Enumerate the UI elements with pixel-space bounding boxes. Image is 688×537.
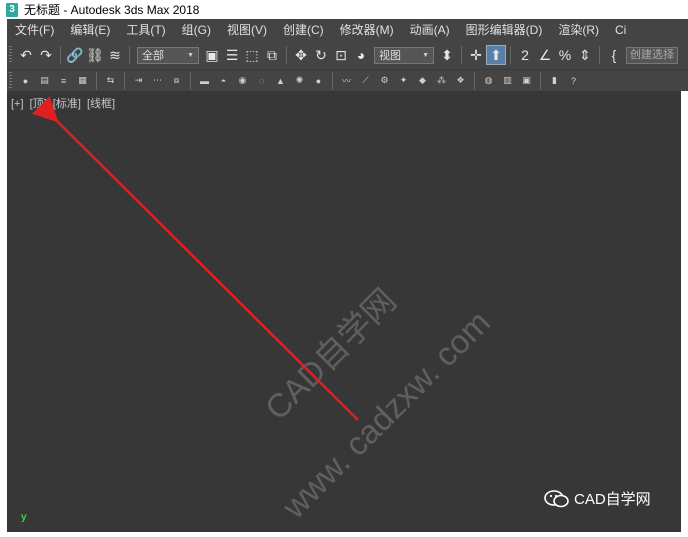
bind-space-warp-icon[interactable]: ≋ bbox=[105, 45, 125, 65]
spacing-tool-icon[interactable]: ⋯ bbox=[148, 72, 167, 90]
toolbar-separator bbox=[461, 46, 462, 64]
main-toolbar: ↶ ↷ 🔗 ⛓ ≋ 全部 ▼ ▣ ☰ ⬚ ⧉ ✥ ↻ ⊡ ◕ 视图 ▼ ⬍ ✛ … bbox=[7, 42, 688, 68]
rendered-frame-window-icon[interactable]: ▣ bbox=[517, 72, 536, 90]
toolbar-separator bbox=[190, 71, 191, 90]
window-crossing-icon[interactable]: ⧉ bbox=[262, 45, 282, 65]
percent-snap-icon[interactable]: % bbox=[555, 45, 575, 65]
render-production-icon[interactable]: ▮ bbox=[545, 72, 564, 90]
rotate-icon[interactable]: ↻ bbox=[311, 45, 331, 65]
move-icon[interactable]: ✥ bbox=[291, 45, 311, 65]
box-icon[interactable]: ▬ bbox=[195, 72, 214, 90]
menu-views[interactable]: 视图(V) bbox=[219, 20, 275, 41]
light-icon[interactable]: ✺ bbox=[290, 72, 309, 90]
layer-properties-icon[interactable]: ▦ bbox=[73, 72, 92, 90]
particles-icon[interactable]: ⁂ bbox=[432, 72, 451, 90]
edit-named-selection-icon[interactable]: { bbox=[604, 45, 624, 65]
arrow-line bbox=[32, 96, 359, 421]
menu-edit[interactable]: 编辑(E) bbox=[62, 20, 118, 41]
menu-create[interactable]: 创建(C) bbox=[275, 20, 332, 41]
angle-snap-icon[interactable]: ∠ bbox=[535, 45, 555, 65]
title-bar: 3 无标题 - Autodesk 3ds Max 2018 bbox=[0, 0, 688, 19]
reference-coordinate-value: 视图 bbox=[379, 50, 401, 62]
wechat-icon bbox=[544, 489, 569, 507]
help-icon[interactable]: ? bbox=[564, 72, 583, 90]
menu-bar: 文件(F) 编辑(E) 工具(T) 组(G) 视图(V) 创建(C) 修改器(M… bbox=[7, 20, 688, 41]
cone-icon[interactable]: ▲ bbox=[271, 72, 290, 90]
chevron-down-icon: ▼ bbox=[187, 51, 194, 59]
rectangular-selection-icon[interactable]: ⬚ bbox=[242, 45, 262, 65]
axis-y-label: y bbox=[21, 512, 27, 523]
select-manipulate-icon[interactable]: ✛ bbox=[466, 45, 486, 65]
spinner-snap-icon[interactable]: ⇕ bbox=[575, 45, 595, 65]
app-chrome: 文件(F) 编辑(E) 工具(T) 组(G) 视图(V) 创建(C) 修改器(M… bbox=[7, 19, 688, 91]
geosphere-icon[interactable]: ● bbox=[309, 72, 328, 90]
cylinder-icon[interactable]: ◉ bbox=[233, 72, 252, 90]
toolbar-separator bbox=[474, 71, 475, 90]
layer-list-icon[interactable]: ≡ bbox=[54, 72, 73, 90]
render-setup-icon[interactable]: ▥ bbox=[498, 72, 517, 90]
toolbar-separator bbox=[332, 71, 333, 90]
app-logo-icon[interactable]: 3 bbox=[6, 2, 18, 17]
mirror-icon[interactable]: ⇆ bbox=[101, 72, 120, 90]
select-object-icon[interactable]: ▣ bbox=[202, 45, 222, 65]
named-selection-input[interactable]: 创建选择 bbox=[626, 46, 678, 64]
top-viewport[interactable]: [+] [顶] [标准] [线框] CAD自学网 www. cadzxw. co… bbox=[7, 91, 681, 532]
sphere-icon[interactable]: ◓ bbox=[214, 72, 233, 90]
toolbar-separator bbox=[129, 46, 130, 64]
selection-filter-dropdown[interactable]: 全部 ▼ bbox=[137, 46, 199, 64]
space-warp-icon[interactable]: ✦ bbox=[394, 72, 413, 90]
systems-icon[interactable]: ◆ bbox=[413, 72, 432, 90]
selection-filter-value: 全部 bbox=[142, 50, 164, 62]
compound-icon[interactable]: ❖ bbox=[451, 72, 470, 90]
select-by-name-icon[interactable]: ☰ bbox=[222, 45, 242, 65]
toolbar-grip[interactable] bbox=[9, 71, 12, 90]
scale-icon[interactable]: ⊡ bbox=[331, 45, 351, 65]
toolbar-separator bbox=[124, 71, 125, 90]
menu-file[interactable]: 文件(F) bbox=[7, 20, 62, 41]
annotation-arrow bbox=[32, 96, 359, 421]
toolbar-grip[interactable] bbox=[9, 46, 12, 64]
secondary-toolbar: ● ▤ ≡ ▦ ⇆ ⇥ ⋯ ⧈ ▬ ◓ ◉ ◌ ▲ ✺ ● 〰 ⟋ ⚙ ✦ ◆ … bbox=[7, 69, 688, 91]
keyboard-shortcut-override-icon[interactable]: ⬆ bbox=[486, 45, 506, 65]
redo-icon[interactable]: ↷ bbox=[36, 45, 56, 65]
menu-modifiers[interactable]: 修改器(M) bbox=[332, 20, 402, 41]
bottom-margin bbox=[0, 532, 688, 537]
toolbar-separator bbox=[286, 46, 287, 64]
reference-coordinate-dropdown[interactable]: 视图 ▼ bbox=[374, 46, 434, 64]
snaps-toggle-icon[interactable]: 2 bbox=[515, 45, 535, 65]
pivot-point-icon[interactable]: ⬍ bbox=[437, 45, 457, 65]
menu-tools[interactable]: 工具(T) bbox=[118, 20, 173, 41]
line-icon[interactable]: ⟋ bbox=[356, 72, 375, 90]
menu-animation[interactable]: 动画(A) bbox=[402, 20, 458, 41]
unlink-icon[interactable]: ⛓ bbox=[85, 45, 105, 65]
menu-group[interactable]: 组(G) bbox=[174, 20, 219, 41]
layer-manager-icon[interactable]: ▤ bbox=[35, 72, 54, 90]
link-icon[interactable]: 🔗 bbox=[65, 45, 85, 65]
clone-align-icon[interactable]: ⧈ bbox=[167, 72, 186, 90]
align-icon[interactable]: ⇥ bbox=[129, 72, 148, 90]
helper-icon[interactable]: ⚙ bbox=[375, 72, 394, 90]
chevron-down-icon: ▼ bbox=[422, 51, 429, 59]
toolbar-separator bbox=[96, 71, 97, 90]
menu-rendering[interactable]: 渲染(R) bbox=[550, 20, 607, 41]
window-title: 无标题 - Autodesk 3ds Max 2018 bbox=[24, 3, 200, 17]
layer-explorer-icon[interactable]: ● bbox=[16, 72, 35, 90]
toolbar-separator bbox=[540, 71, 541, 90]
undo-icon[interactable]: ↶ bbox=[16, 45, 36, 65]
torus-icon[interactable]: ◌ bbox=[252, 72, 271, 90]
menu-graph-editors[interactable]: 图形编辑器(D) bbox=[458, 20, 551, 41]
spline-icon[interactable]: 〰 bbox=[337, 72, 356, 90]
place-icon[interactable]: ◕ bbox=[351, 45, 371, 65]
brand-text: CAD自学网 bbox=[574, 491, 651, 508]
menu-civil-view[interactable]: Ci bbox=[607, 20, 634, 41]
toolbar-separator bbox=[60, 46, 61, 64]
toolbar-separator bbox=[599, 46, 600, 64]
material-editor-icon[interactable]: ◍ bbox=[479, 72, 498, 90]
brand-badge: CAD自学网 bbox=[544, 488, 651, 509]
toolbar-separator bbox=[510, 46, 511, 64]
